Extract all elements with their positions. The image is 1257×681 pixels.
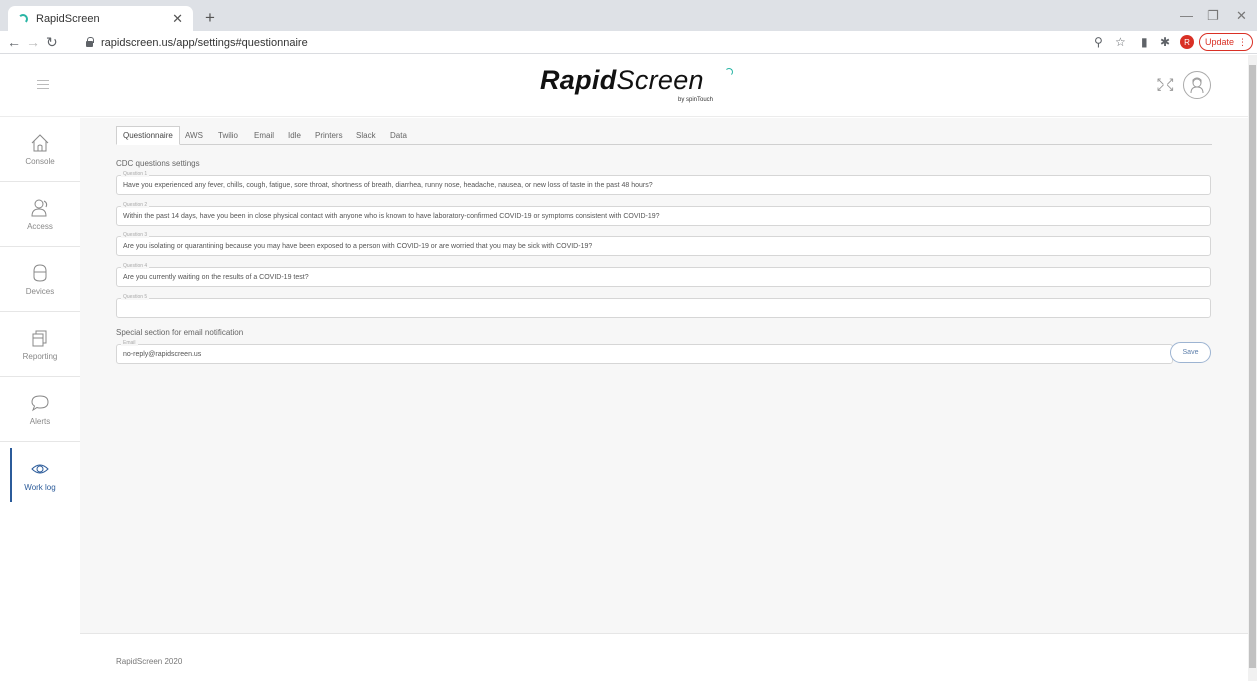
new-tab-icon[interactable]: +: [205, 8, 215, 28]
settings-panel: Questionnaire AWS Twilio Email Idle Prin…: [80, 118, 1248, 633]
home-icon: [31, 134, 49, 152]
reload-icon[interactable]: ↻: [46, 34, 58, 51]
sidebar-item-devices[interactable]: Devices: [0, 248, 80, 312]
minimize-icon[interactable]: —: [1180, 8, 1193, 23]
question-3-value: Are you isolating or quarantining becaus…: [123, 243, 593, 250]
extension-icon[interactable]: ▮: [1141, 35, 1148, 49]
sidebar-label-access: Access: [27, 222, 53, 231]
email-value: no-reply@rapidscreen.us: [123, 351, 202, 358]
tab-idle[interactable]: Idle: [288, 126, 301, 145]
forward-icon[interactable]: →: [26, 34, 40, 50]
url-field[interactable]: rapidscreen.us/app/settings#questionnair…: [86, 33, 1086, 52]
question-1-value: Have you experienced any fever, chills, …: [123, 182, 653, 189]
logo-light: Screen: [616, 65, 704, 95]
tab-slack[interactable]: Slack: [356, 126, 376, 145]
back-icon[interactable]: ←: [7, 34, 21, 50]
sidebar-label-console: Console: [25, 157, 55, 166]
sidebar-label-devices: Devices: [25, 287, 55, 296]
tab-twilio[interactable]: Twilio: [218, 126, 238, 145]
eye-icon: [31, 464, 49, 473]
bookmark-star-icon[interactable]: ☆: [1115, 35, 1126, 49]
tab-aws[interactable]: AWS: [185, 126, 203, 145]
sidebar-item-alerts[interactable]: Alerts: [0, 378, 80, 442]
email-section-title: Special section for email notification: [116, 328, 244, 337]
device-icon: [33, 264, 47, 282]
scrollbar-thumb[interactable]: [1249, 65, 1256, 668]
email-field[interactable]: Email no-reply@rapidscreen.us: [116, 340, 1173, 364]
close-window-icon[interactable]: ✕: [1236, 8, 1247, 24]
question-5-legend: Question 5: [121, 294, 150, 300]
chat-bubble-icon: [31, 395, 49, 412]
email-legend: Email: [121, 340, 138, 346]
zoom-icon[interactable]: ⚲: [1094, 35, 1103, 49]
questions-section-title: CDC questions settings: [116, 159, 200, 168]
app-header: RapidScreen by spinTouch ↖↗ ↙↘: [0, 55, 1248, 117]
tab-data[interactable]: Data: [390, 126, 407, 145]
update-label: Update: [1204, 37, 1235, 47]
question-4-value: Are you currently waiting on the results…: [123, 274, 309, 281]
question-2-field[interactable]: Question 2 Within the past 14 days, have…: [116, 202, 1211, 226]
url-text: rapidscreen.us/app/settings#questionnair…: [101, 36, 308, 49]
logo-subtitle: by spinTouch: [678, 97, 714, 103]
question-1-field[interactable]: Question 1 Have you experienced any feve…: [116, 171, 1211, 195]
tab-email[interactable]: Email: [254, 126, 274, 145]
question-3-field[interactable]: Question 3 Are you isolating or quaranti…: [116, 232, 1211, 256]
address-bar: ← → ↻ rapidscreen.us/app/settings#questi…: [0, 31, 1257, 54]
reports-icon: [32, 330, 47, 347]
sidebar-item-access[interactable]: Access: [0, 183, 80, 247]
sidebar-item-work-log[interactable]: Work log: [0, 443, 80, 507]
sidebar: Console Access Devices Reporting Alerts: [0, 118, 80, 681]
tab-questionnaire[interactable]: Questionnaire: [116, 126, 180, 145]
sidebar-item-console[interactable]: Console: [0, 118, 80, 182]
question-5-field[interactable]: Question 5: [116, 294, 1211, 318]
sidebar-label-reporting: Reporting: [22, 352, 58, 361]
save-button[interactable]: Save: [1170, 342, 1211, 363]
question-1-legend: Question 1: [121, 171, 150, 177]
browser-tab-bar: RapidScreen ✕ + — ❐ ✕: [0, 0, 1257, 31]
favicon-icon: [18, 13, 28, 24]
restore-icon[interactable]: ❐: [1207, 8, 1219, 24]
tab-printers[interactable]: Printers: [315, 126, 343, 145]
hamburger-menu-icon[interactable]: [37, 80, 49, 89]
footer-text: RapidScreen 2020: [116, 657, 183, 666]
users-icon: [31, 199, 48, 217]
browser-tab[interactable]: RapidScreen ✕: [8, 6, 193, 31]
fullscreen-icon[interactable]: ↖↗ ↙↘: [1156, 77, 1174, 94]
sidebar-label-alerts: Alerts: [29, 417, 51, 426]
question-2-value: Within the past 14 days, have you been i…: [123, 213, 660, 220]
page-scrollbar[interactable]: [1248, 55, 1257, 681]
logo-bold: Rapid: [540, 65, 617, 95]
user-avatar-icon[interactable]: [1183, 71, 1211, 99]
update-button[interactable]: Update ⋮: [1199, 33, 1253, 51]
question-2-legend: Question 2: [121, 202, 150, 208]
sidebar-item-reporting[interactable]: Reporting: [0, 313, 80, 377]
logo-arc-icon: [725, 68, 733, 76]
browser-tab-title: RapidScreen: [36, 12, 100, 25]
question-4-legend: Question 4: [121, 263, 150, 269]
puzzle-icon[interactable]: ✱: [1160, 35, 1170, 49]
question-3-legend: Question 3: [121, 232, 150, 238]
rapidscreen-logo: RapidScreen by spinTouch: [540, 65, 733, 105]
footer: RapidScreen 2020: [80, 633, 1248, 681]
close-tab-icon[interactable]: ✕: [172, 11, 183, 27]
profile-avatar[interactable]: R: [1180, 35, 1194, 49]
question-4-field[interactable]: Question 4 Are you currently waiting on …: [116, 263, 1211, 287]
sidebar-label-work-log: Work log: [24, 482, 56, 492]
lock-icon: [86, 37, 94, 47]
settings-tabs: Questionnaire AWS Twilio Email Idle Prin…: [116, 126, 1212, 145]
more-menu-icon: ⋮: [1238, 36, 1248, 47]
